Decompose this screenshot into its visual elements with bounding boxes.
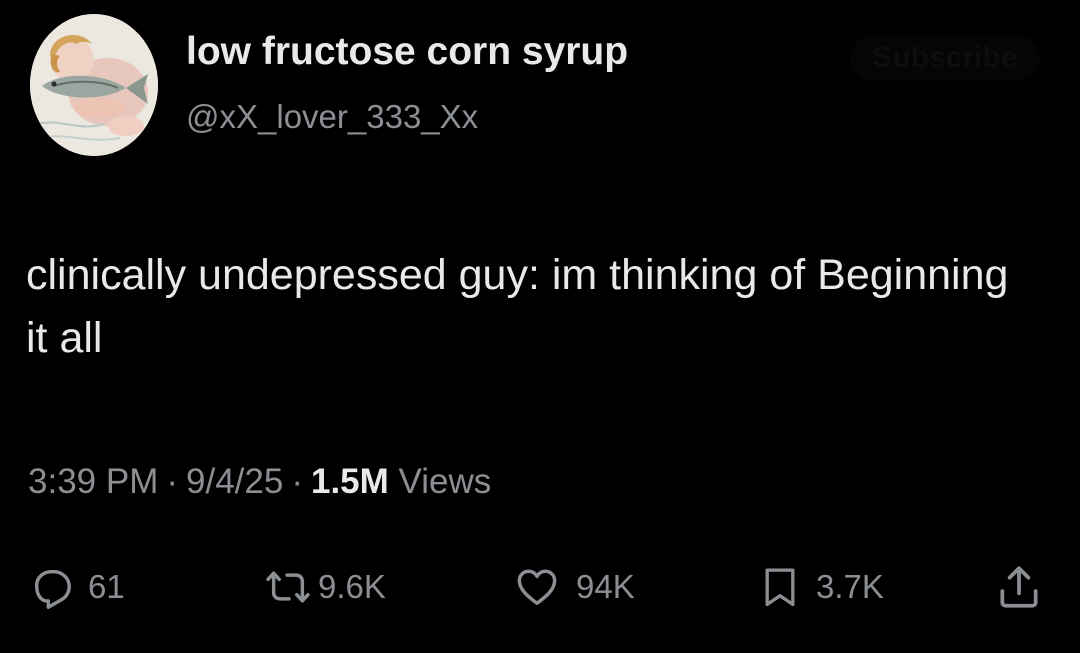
views-label: Views xyxy=(398,462,492,501)
display-name[interactable]: low fructose corn syrup xyxy=(186,30,628,74)
like-count: 94K xyxy=(576,568,635,605)
tweet-meta: 3:39 PM · 9/4/25 · 1.5M Views xyxy=(28,462,491,502)
bookmark-button[interactable]: 3.7K xyxy=(758,555,884,619)
action-bar: 61 9.6K 94K 3.7K xyxy=(0,555,1080,619)
like-button[interactable]: 94K xyxy=(512,555,635,619)
share-button[interactable] xyxy=(994,555,1044,619)
tweet-text: clinically undepressed guy: im thinking … xyxy=(26,251,1009,362)
user-handle[interactable]: @xX_lover_333_Xx xyxy=(186,98,478,136)
meta-separator: · xyxy=(291,462,303,501)
tweet-date[interactable]: 9/4/25 xyxy=(186,462,283,501)
bookmark-count: 3.7K xyxy=(816,568,884,605)
repost-button[interactable]: 9.6K xyxy=(264,555,386,619)
reply-icon xyxy=(28,564,74,610)
avatar[interactable] xyxy=(30,14,158,156)
repost-count: 9.6K xyxy=(318,568,386,605)
meta-separator: · xyxy=(166,462,179,501)
heart-icon xyxy=(512,564,562,610)
reply-count: 61 xyxy=(88,568,125,605)
reply-button[interactable]: 61 xyxy=(28,555,125,619)
subscribe-button[interactable]: Subscribe xyxy=(850,36,1040,80)
bookmark-icon xyxy=(758,562,802,612)
views-count: 1.5M xyxy=(310,462,389,501)
avatar-illustration xyxy=(30,14,158,156)
share-icon xyxy=(994,561,1044,613)
tweet-card: low fructose corn syrup @xX_lover_333_Xx… xyxy=(0,0,1080,653)
repost-icon xyxy=(264,564,312,610)
tweet-time[interactable]: 3:39 PM xyxy=(28,462,158,501)
